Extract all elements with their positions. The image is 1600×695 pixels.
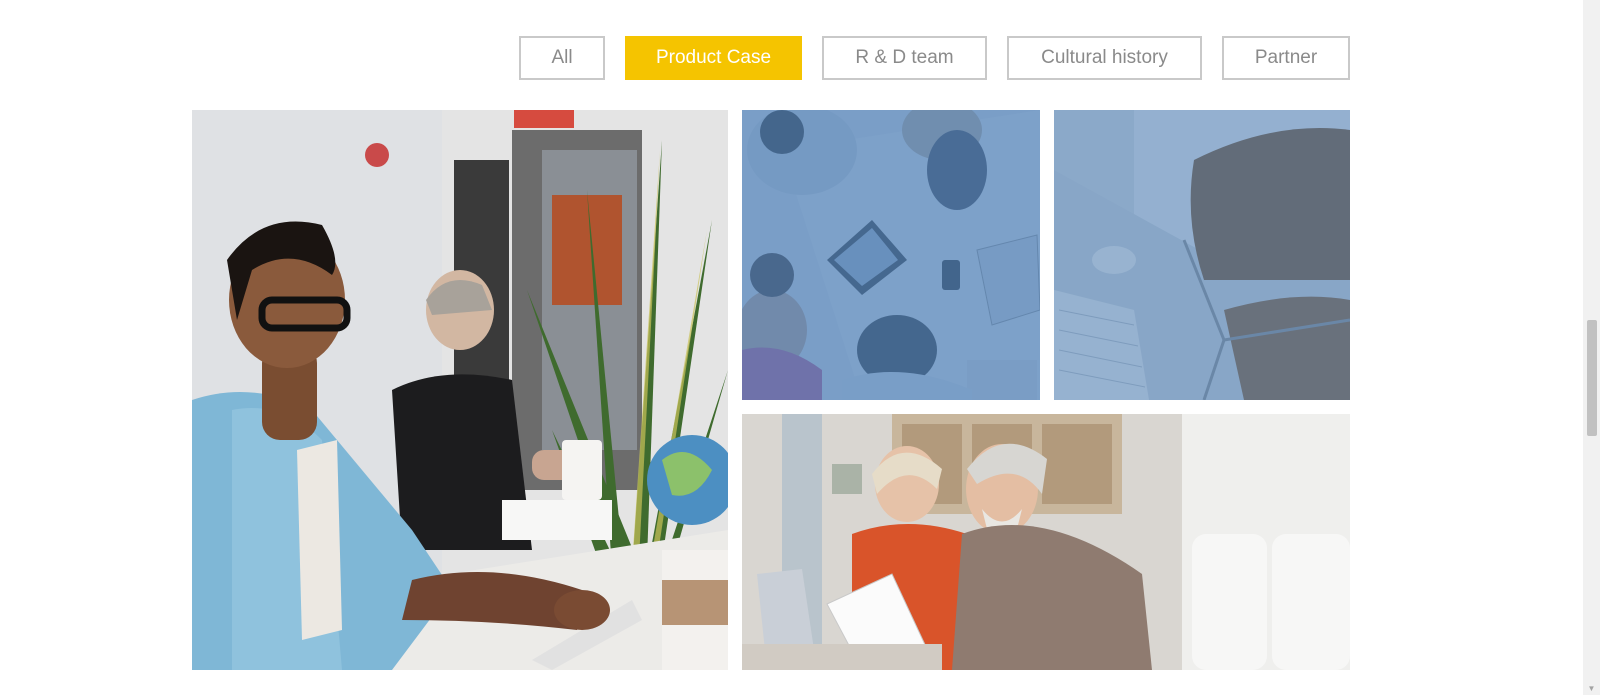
vertical-scrollbar[interactable]: ▼ — [1583, 0, 1600, 695]
senior-couple-image — [742, 414, 1350, 670]
filter-all-button[interactable]: All — [519, 36, 605, 80]
team-meeting-image — [742, 110, 1040, 400]
man-at-desk-image — [192, 110, 728, 670]
scroll-down-arrow-icon[interactable]: ▼ — [1583, 681, 1600, 695]
scrollbar-thumb[interactable] — [1587, 320, 1597, 436]
gallery-item-man-at-desk[interactable] — [192, 110, 728, 670]
gallery-item-team-meeting[interactable] — [742, 110, 1040, 400]
filter-product-case-button[interactable]: Product Case — [625, 36, 802, 80]
filter-rd-team-button[interactable]: R & D team — [822, 36, 987, 80]
chair-desk-image — [1054, 110, 1350, 400]
gallery-item-senior-couple[interactable] — [742, 414, 1350, 670]
gallery-item-chair-desk[interactable] — [1054, 110, 1350, 400]
filter-partner-button[interactable]: Partner — [1222, 36, 1350, 80]
filter-cultural-history-button[interactable]: Cultural history — [1007, 36, 1202, 80]
